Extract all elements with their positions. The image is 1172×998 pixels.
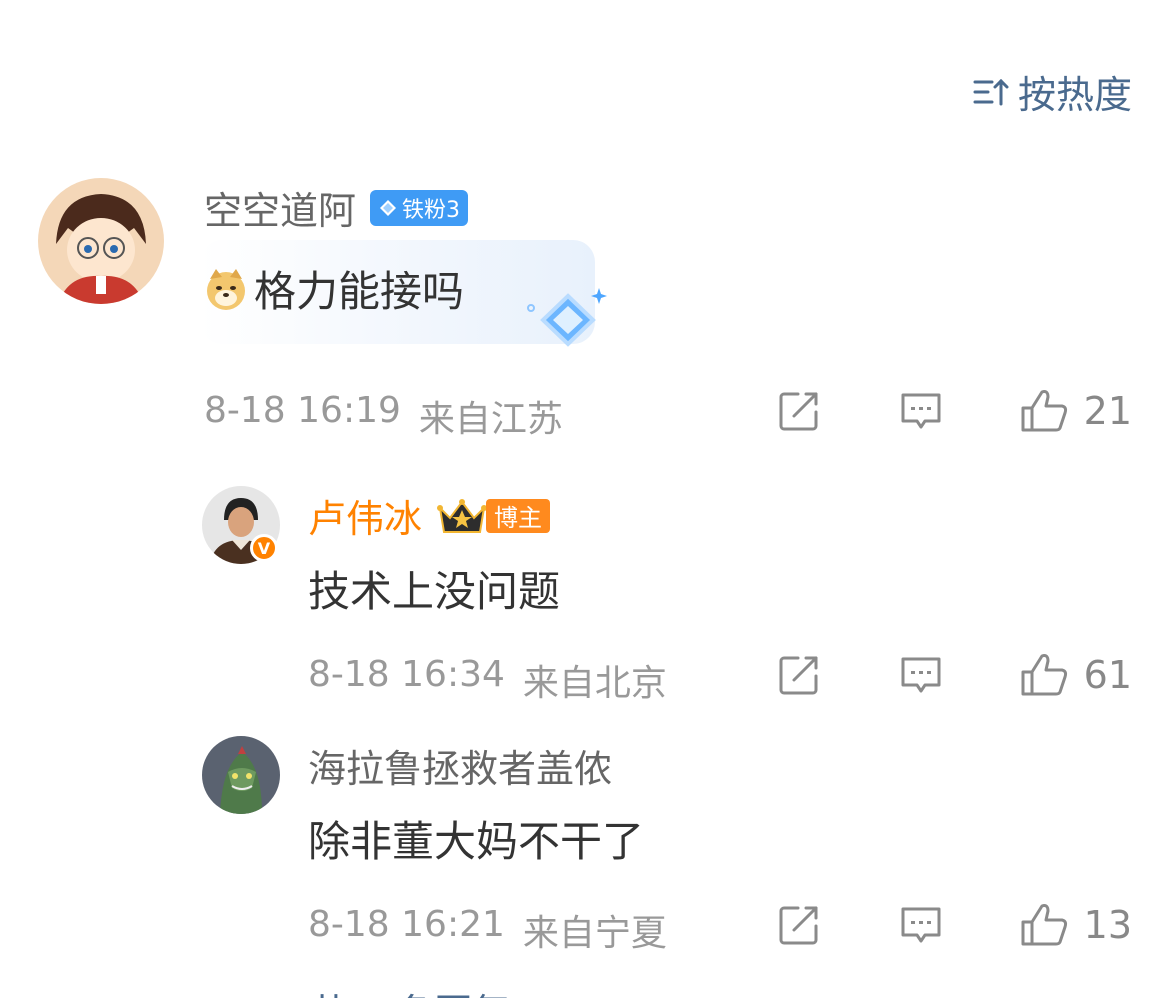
share-icon	[779, 392, 818, 431]
more-replies-link[interactable]: 共14条回复	[310, 982, 510, 998]
fan-badge[interactable]: 铁粉3	[370, 189, 469, 226]
comment-location: 来自北京	[522, 663, 667, 704]
like-button[interactable]: 61	[1020, 652, 1132, 698]
sort-icon	[973, 78, 1009, 105]
sort-by-hot-button[interactable]: 按热度	[972, 64, 1132, 119]
comment-text-1: 格力能接吗	[204, 258, 464, 319]
blogger-badge: 博主	[486, 498, 551, 533]
doge-emoji	[207, 268, 245, 310]
like-count: 61	[1083, 653, 1132, 697]
username[interactable]: 卢伟冰	[308, 488, 422, 543]
comment-text-2: 技术上没问题	[308, 567, 561, 616]
thumbs-up-icon	[1021, 654, 1067, 696]
username[interactable]: 海拉鲁拯救者盖侬	[308, 738, 612, 793]
comment-location: 来自宁夏	[522, 913, 667, 954]
like-button[interactable]: 21	[1020, 388, 1132, 434]
thumbs-up-icon	[1021, 904, 1067, 946]
reply-button[interactable]	[898, 652, 944, 698]
fan-diamond-decoration-icon	[527, 288, 607, 347]
thumbs-up-icon	[1021, 390, 1067, 432]
forward-button[interactable]	[776, 388, 822, 434]
comment-icon	[901, 907, 941, 943]
forward-button[interactable]	[776, 652, 822, 698]
diamond-icon	[380, 199, 397, 216]
crown-icon	[437, 498, 488, 533]
comment-time: 8-18 16:21	[308, 904, 505, 945]
like-count: 21	[1083, 389, 1132, 433]
comment-icon	[901, 393, 941, 429]
like-count: 13	[1083, 903, 1132, 947]
comment-location: 来自江苏	[418, 399, 563, 440]
comment-icon	[901, 657, 941, 693]
comment-time: 8-18 16:19	[204, 390, 401, 431]
share-icon	[779, 906, 818, 945]
username[interactable]: 空空道阿	[204, 180, 356, 235]
reply-button[interactable]	[898, 902, 944, 948]
avatar-user-1[interactable]	[38, 178, 164, 304]
sort-label: 按热度	[1017, 73, 1132, 117]
forward-button[interactable]	[776, 902, 822, 948]
avatar-user-3[interactable]	[202, 736, 280, 814]
comment-time: 8-18 16:34	[308, 654, 505, 695]
share-icon	[779, 656, 818, 695]
comment-text-3: 除非董大妈不干了	[308, 817, 645, 866]
like-button[interactable]: 13	[1020, 902, 1132, 948]
reply-button[interactable]	[898, 388, 944, 434]
verified-badge-icon: V	[250, 534, 278, 562]
